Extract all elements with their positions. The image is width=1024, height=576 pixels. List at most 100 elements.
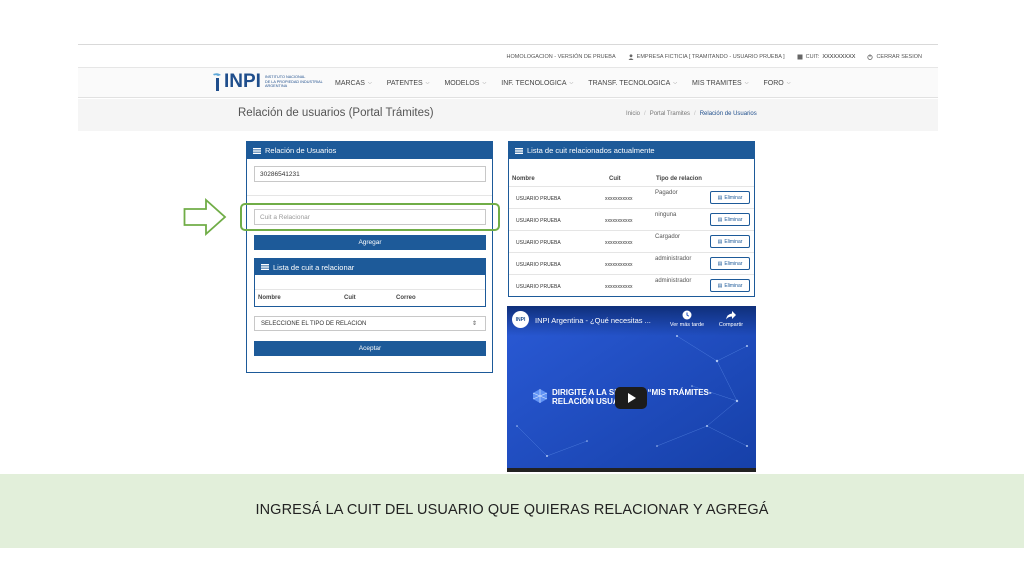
channel-avatar[interactable]: INPI — [512, 311, 529, 328]
cuit-value: XXXXXXXXX — [822, 53, 856, 60]
row-nombre: USUARIO PRUEBA — [516, 218, 561, 224]
row-nombre: USUARIO PRUEBA — [516, 284, 561, 290]
aceptar-button[interactable]: Aceptar — [254, 341, 486, 356]
table-row: USUARIO PRUEBA xxxxxxxxxxx administrador… — [509, 252, 754, 274]
breadcrumb-current: Relación de Usuarios — [699, 111, 757, 117]
page-header: Relación de usuarios (Portal Trámites) I… — [78, 99, 938, 131]
logout-link[interactable]: CERRAR SESION — [867, 54, 922, 60]
eliminar-button[interactable]: ▤ Eliminar — [710, 213, 750, 226]
tipo-relacion-select[interactable]: SELECCIONE EL TIPO DE RELACION ⇕ — [254, 316, 486, 331]
company-item: EMPRESA FICTICIA [ TRAMITANDO - USUARIO … — [628, 54, 785, 60]
logo-line-1: INSTITUTO NACIONAL — [264, 75, 306, 80]
menu-patentes[interactable]: PATENTES ⌵ — [387, 80, 430, 87]
video-caption: DIRIGITE A LA SECCIÓN “MIS TRÁMITES- REL… — [552, 388, 742, 406]
arrow-right-icon — [183, 198, 227, 236]
relacion-panel-title: Relación de Usuarios — [265, 146, 337, 155]
menu-label: MIS TRAMITES — [692, 79, 742, 87]
chevron-down-icon: ⌵ — [786, 80, 791, 86]
eliminar-label: Eliminar — [724, 238, 743, 245]
menu-transf-tecnologica[interactable]: TRANSF. TECNOLOGICA ⌵ — [588, 80, 677, 87]
agregar-button[interactable]: Agregar — [254, 235, 486, 250]
row-cuit: xxxxxxxxxxx — [605, 262, 633, 268]
col-cuit: Cuit — [344, 295, 356, 301]
share-button[interactable]: Compartir — [706, 310, 756, 328]
row-cuit: xxxxxxxxxxx — [605, 218, 633, 224]
share-icon — [726, 311, 736, 320]
menu-label: TRANSF. TECNOLOGICA — [588, 79, 671, 87]
menu-mis-tramites[interactable]: MIS TRAMITES ⌵ — [692, 80, 748, 87]
row-tipo: Cargador — [655, 234, 681, 240]
chevron-down-icon: ⌵ — [673, 80, 678, 86]
eliminar-button[interactable]: ▤ Eliminar — [710, 279, 750, 292]
row-nombre: USUARIO PRUEBA — [516, 196, 561, 202]
logout-text: CERRAR SESION — [876, 53, 922, 60]
logo-line-3: ARGENTINA — [264, 84, 288, 89]
cuit-input-value: 30286541231 — [260, 170, 300, 178]
play-button[interactable] — [615, 387, 647, 409]
id-card-icon — [797, 54, 803, 60]
list-icon — [253, 147, 261, 154]
logo-line-2: DE LA PROPIEDAD INDUSTRIAL — [264, 79, 323, 84]
trash-icon: ▤ — [717, 216, 723, 223]
chevron-down-icon: ⌵ — [367, 80, 372, 86]
menu-inf-tecnologica[interactable]: INF. TECNOLOGICA ⌵ — [501, 80, 573, 87]
aceptar-label: Aceptar — [358, 345, 382, 352]
col-nombre: Nombre — [258, 295, 281, 301]
highlight-box — [240, 203, 500, 231]
row-tipo: Pagador — [655, 190, 678, 196]
menu-label: FORO — [763, 79, 784, 87]
cuit-item: CUIT: XXXXXXXXX — [797, 53, 856, 60]
main-nav: INPI INSTITUTO NACIONAL DE LA PROPIEDAD … — [78, 68, 938, 98]
inpi-logo[interactable]: INPI INSTITUTO NACIONAL DE LA PROPIEDAD … — [212, 71, 329, 93]
col-correo: Correo — [396, 295, 416, 301]
menu-label: MARCAS — [335, 79, 365, 87]
env-label: HOMOLOGACION - VERSIÓN DE PRUEBA — [507, 54, 616, 60]
chevron-down-icon: ⌵ — [425, 80, 430, 86]
list-icon — [261, 264, 269, 270]
user-icon — [628, 53, 634, 60]
menu-modelos[interactable]: MODELOS ⌵ — [444, 80, 486, 87]
video-title[interactable]: INPI Argentina - ¿Qué necesitas ... — [535, 316, 651, 325]
logo-word: INPI — [224, 71, 261, 92]
col-cuit: Cuit — [609, 176, 621, 182]
page-title: Relación de usuarios (Portal Trámites) — [238, 107, 434, 119]
trash-icon: ▤ — [717, 194, 723, 201]
menu-label: INF. TECNOLOGICA — [501, 79, 567, 87]
breadcrumb-separator: / — [644, 111, 646, 117]
row-cuit: xxxxxxxxxxx — [605, 284, 633, 290]
caption-band: INGRESÁ LA CUIT DEL USUARIO QUE QUIERAS … — [0, 474, 1024, 548]
list-icon — [515, 147, 523, 154]
breadcrumb: Inicio / Portal Tramites / Relación de U… — [626, 111, 757, 117]
nav-menu: MARCAS ⌵ PATENTES ⌵ MODELOS ⌵ INF. TECNOLOG… — [335, 68, 806, 98]
row-nombre: USUARIO PRUEBA — [516, 262, 561, 268]
menu-foro[interactable]: FORO ⌵ — [764, 80, 791, 87]
eliminar-button[interactable]: ▤ Eliminar — [710, 257, 750, 270]
tutorial-video[interactable]: INPI INPI Argentina - ¿Qué necesitas ...… — [507, 306, 756, 472]
portal-screenshot: HOMOLOGACION - VERSIÓN DE PRUEBA EMPRESA… — [78, 38, 938, 474]
chevron-down-icon: ⌵ — [744, 80, 749, 86]
breadcrumb-separator: / — [694, 111, 696, 117]
row-tipo: administrador — [655, 278, 692, 284]
eliminar-button[interactable]: ▤ Eliminar — [710, 191, 750, 204]
eliminar-button[interactable]: ▤ Eliminar — [710, 235, 750, 248]
lista-a-relacionar-panel: Lista de cuit a relacionar Nombre Cuit C… — [254, 258, 486, 307]
divider — [255, 289, 485, 290]
watch-later-button[interactable]: Ver más tarde — [662, 310, 712, 328]
utility-bar: HOMOLOGACION - VERSIÓN DE PRUEBA EMPRESA… — [78, 46, 938, 68]
play-icon — [628, 393, 636, 403]
breadcrumb-portal[interactable]: Portal Tramites — [650, 111, 690, 117]
table-row: USUARIO PRUEBA xxxxxxxxxxx Pagador ▤ Elim… — [509, 186, 754, 208]
video-progress-bar[interactable] — [507, 468, 756, 472]
lista-a-relacionar-header: Lista de cuit a relacionar — [255, 259, 485, 275]
lista-a-relacionar-title: Lista de cuit a relacionar — [273, 262, 355, 272]
agregar-label: Agregar — [358, 239, 382, 246]
col-nombre: Nombre — [512, 176, 535, 182]
cuit-input[interactable]: 30286541231 — [254, 166, 486, 182]
menu-label: MODELOS — [444, 79, 480, 87]
menu-marcas[interactable]: MARCAS ⌵ — [335, 80, 372, 87]
cube-icon — [532, 389, 548, 403]
eliminar-label: Eliminar — [724, 216, 743, 223]
power-icon — [867, 53, 874, 60]
row-tipo: ninguna — [655, 212, 677, 218]
breadcrumb-inicio[interactable]: Inicio — [626, 111, 640, 117]
